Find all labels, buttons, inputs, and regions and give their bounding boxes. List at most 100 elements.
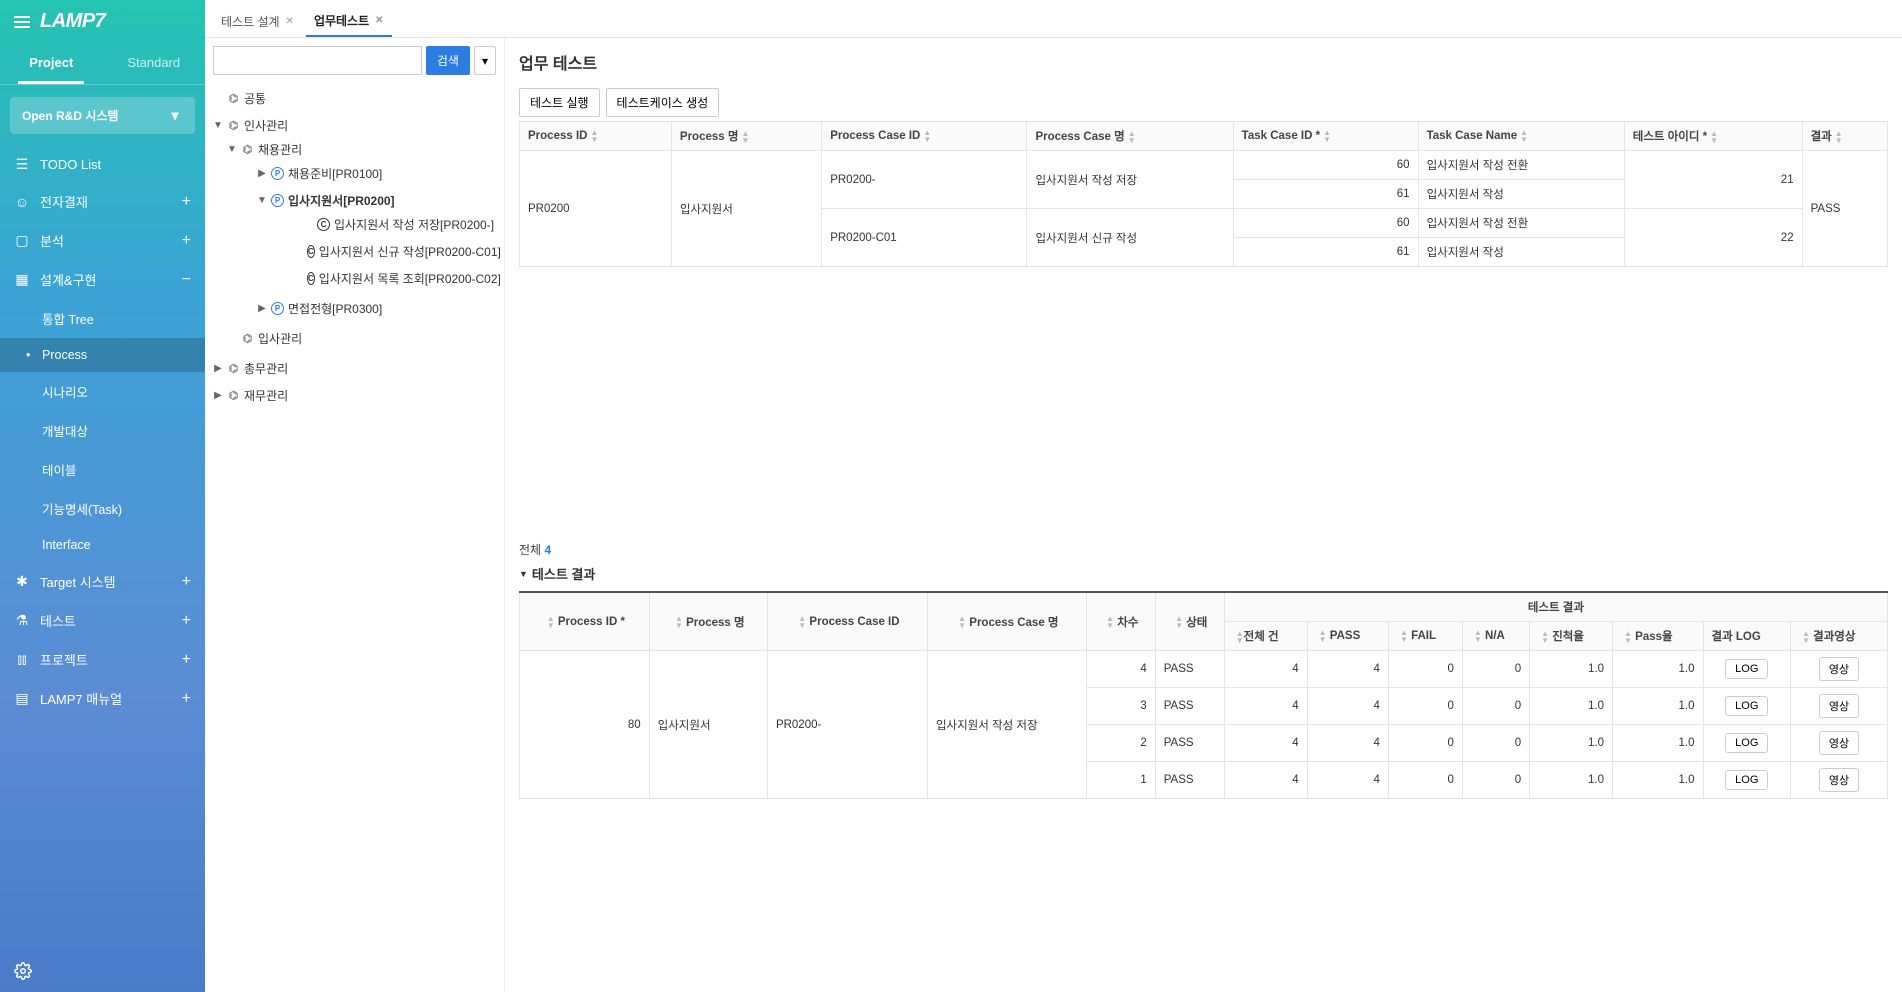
- close-icon[interactable]: ✕: [286, 16, 294, 27]
- nav-sub-scenario[interactable]: 시나리오: [0, 372, 205, 411]
- pager: 전체 4: [519, 541, 1888, 558]
- sliders-icon: ⫾⫾: [14, 652, 30, 668]
- col-video[interactable]: ▲▼ 결과영상: [1790, 622, 1887, 651]
- list-icon: ☰: [14, 156, 30, 172]
- sort-icon: ▲▼: [1624, 630, 1632, 644]
- tree-node-pr0200-1[interactable]: C입사지원서 작성 저장[PR0200-]: [303, 214, 496, 235]
- col-pass[interactable]: ▲▼ PASS: [1307, 622, 1388, 651]
- search-input[interactable]: [213, 46, 422, 75]
- video-button[interactable]: 영상: [1819, 768, 1859, 792]
- col-na[interactable]: ▲▼ N/A: [1462, 622, 1529, 651]
- col-pid[interactable]: Process ID▲▼: [520, 122, 672, 151]
- tree-node-common[interactable]: ⌬공통: [213, 88, 496, 109]
- sort-icon: ▲▼: [741, 130, 749, 144]
- gen-testcase-button[interactable]: 테스트케이스 생성: [606, 88, 720, 117]
- case-icon: C: [307, 245, 315, 258]
- table-row[interactable]: PR0200 입사지원서 PR0200- 입사지원서 작성 저장 60 입사지원…: [520, 151, 1888, 180]
- tab-standard[interactable]: Standard: [103, 43, 206, 84]
- nav-sub-devtarget[interactable]: 개발대상: [0, 411, 205, 450]
- main: 테스트 설계✕ 업무테스트✕ 검색 ▾ ⌬공통 ▼⌬인사관리 ▼⌬채용관리: [205, 0, 1902, 992]
- col-progress[interactable]: ▲▼ 진척율: [1530, 622, 1613, 651]
- nav-todo[interactable]: ☰TODO List: [0, 146, 205, 182]
- project-select[interactable]: Open R&D 시스템 ▾: [10, 97, 195, 134]
- tree-node-pr0200-c01[interactable]: C입사지원서 신규 작성[PR0200-C01]: [303, 241, 496, 262]
- col-round[interactable]: ▲▼ 차수: [1086, 592, 1155, 651]
- sort-icon: ▲▼: [1236, 630, 1244, 644]
- log-button[interactable]: LOG: [1725, 659, 1768, 679]
- nav-target[interactable]: ✱Target 시스템+: [0, 562, 205, 601]
- close-icon[interactable]: ✕: [375, 15, 383, 26]
- log-button[interactable]: LOG: [1725, 696, 1768, 716]
- col-pcname[interactable]: Process Case 명▲▼: [1027, 122, 1233, 151]
- sort-icon: ▲▼: [1323, 129, 1331, 143]
- col-pname[interactable]: Process 명▲▼: [671, 122, 821, 151]
- sort-icon: ▲▼: [1541, 630, 1549, 644]
- tree-node-recruit[interactable]: ▼⌬채용관리: [227, 139, 496, 160]
- nav-analysis[interactable]: ▢분석+: [0, 221, 205, 260]
- tree-node-pr0100[interactable]: ▶P채용준비[PR0100]: [257, 163, 496, 184]
- nav-approval[interactable]: ☺전자결재+: [0, 182, 205, 221]
- col-total[interactable]: ▲▼전체 건: [1224, 622, 1307, 651]
- plus-icon: +: [182, 232, 191, 250]
- folder-icon: ⌬: [227, 389, 240, 402]
- col-pid[interactable]: ▲▼ Process ID *: [520, 592, 650, 651]
- col-tcid[interactable]: Task Case ID *▲▼: [1233, 122, 1418, 151]
- grid-icon: ▦: [14, 272, 30, 288]
- col-result[interactable]: 결과▲▼: [1802, 122, 1887, 151]
- results-title[interactable]: 테스트 결과: [519, 564, 1888, 583]
- tab-work-test[interactable]: 업무테스트✕: [306, 6, 392, 37]
- case-icon: C: [307, 272, 315, 285]
- tab-project[interactable]: Project: [0, 43, 103, 84]
- tree-node-finance[interactable]: ▶⌬총무관리: [213, 358, 496, 379]
- tree-node-pr0300[interactable]: ▶P면접전형[PR0300]: [257, 298, 496, 319]
- sort-icon: ▲▼: [1710, 130, 1718, 144]
- nav-test[interactable]: ⚗테스트+: [0, 601, 205, 640]
- nav-sub-process[interactable]: Process: [0, 338, 205, 372]
- col-pcid[interactable]: ▲▼ Process Case ID: [767, 592, 927, 651]
- search-options-button[interactable]: ▾: [474, 46, 496, 75]
- process-icon: P: [271, 167, 284, 180]
- tree-node-pr0200-c02[interactable]: C입사지원서 목록 조회[PR0200-C02]: [303, 268, 496, 289]
- folder-icon: ⌬: [227, 362, 240, 375]
- col-tcname[interactable]: Task Case Name▲▼: [1418, 122, 1624, 151]
- col-fail[interactable]: ▲▼ FAIL: [1388, 622, 1462, 651]
- video-button[interactable]: 영상: [1819, 657, 1859, 681]
- sort-icon: ▲▼: [1128, 130, 1136, 144]
- nav-manual[interactable]: ▤LAMP7 매뉴얼+: [0, 679, 205, 718]
- tree-node-pr0200[interactable]: ▼P입사지원서[PR0200]: [257, 190, 496, 211]
- menu-toggle[interactable]: [14, 16, 30, 28]
- col-status[interactable]: ▲▼ 상태: [1155, 592, 1224, 651]
- col-pcid[interactable]: Process Case ID▲▼: [822, 122, 1027, 151]
- nav-project[interactable]: ⫾⫾프로젝트+: [0, 640, 205, 679]
- log-button[interactable]: LOG: [1725, 770, 1768, 790]
- sort-icon: ▲▼: [798, 615, 806, 629]
- run-test-button[interactable]: 테스트 실행: [519, 88, 600, 117]
- col-pname[interactable]: ▲▼ Process 명: [649, 592, 767, 651]
- video-button[interactable]: 영상: [1819, 694, 1859, 718]
- tree-node-insa[interactable]: ⌬입사관리: [227, 328, 496, 349]
- col-pcname[interactable]: ▲▼ Process Case 명: [927, 592, 1086, 651]
- nav-sub-task[interactable]: 기능명세(Task): [0, 489, 205, 528]
- nav-sub-interface[interactable]: Interface: [0, 528, 205, 562]
- sort-icon: ▲▼: [958, 615, 966, 629]
- nav-sub-table[interactable]: 테이블: [0, 450, 205, 489]
- col-passrate[interactable]: ▲▼ Pass율: [1613, 622, 1703, 651]
- chevron-down-icon: ▾: [167, 108, 183, 124]
- log-button[interactable]: LOG: [1725, 733, 1768, 753]
- page-title: 업무 테스트: [519, 50, 1888, 74]
- minus-icon: −: [182, 271, 191, 289]
- tabbar: 테스트 설계✕ 업무테스트✕: [205, 0, 1902, 38]
- target-icon: ✱: [14, 574, 30, 590]
- search-button[interactable]: 검색: [426, 46, 470, 75]
- tab-test-design[interactable]: 테스트 설계✕: [213, 6, 302, 37]
- settings-button[interactable]: [14, 962, 32, 980]
- tree-node-account[interactable]: ▶⌬재무관리: [213, 385, 496, 406]
- process-icon: P: [271, 302, 284, 315]
- nav-design[interactable]: ▦설계&구현−: [0, 260, 205, 299]
- table-row[interactable]: 80입사지원서PR0200-입사지원서 작성 저장4PASS44001.01.0…: [520, 651, 1888, 688]
- video-button[interactable]: 영상: [1819, 731, 1859, 755]
- nav-sub-tree[interactable]: 통합 Tree: [0, 299, 205, 338]
- sort-icon: ▲▼: [1175, 615, 1183, 629]
- tree-node-hr[interactable]: ▼⌬인사관리: [213, 115, 496, 136]
- col-tid[interactable]: 테스트 아이디 *▲▼: [1624, 122, 1802, 151]
